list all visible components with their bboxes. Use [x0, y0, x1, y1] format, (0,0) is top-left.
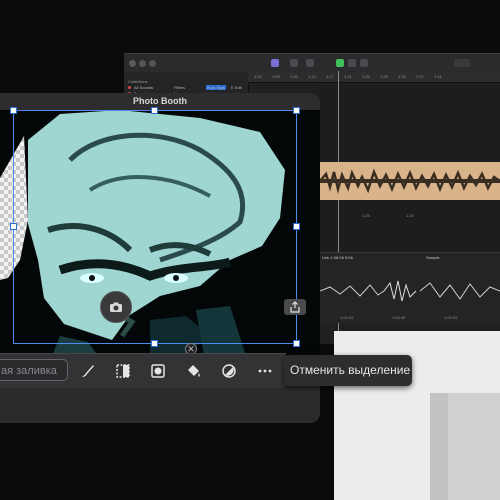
daw-view-toggle[interactable] [454, 59, 470, 67]
auto-tags-badge[interactable]: Auto Tags [206, 85, 226, 90]
lower-time-label: 1:00:00 [340, 315, 354, 320]
track-time-label: 1:29 [406, 213, 414, 218]
resize-handle-left[interactable] [10, 223, 17, 230]
daw-minimize-button[interactable] [139, 60, 146, 67]
lower-time-label: 1:09:00 [444, 315, 458, 320]
play-icon[interactable] [336, 59, 344, 67]
ruler-tick: 1:33 [398, 74, 406, 79]
edit-tags-button[interactable]: E Edit [231, 85, 242, 90]
ruler-tick: 1:25 [362, 74, 370, 79]
sidebar-item-filters[interactable]: Filters [174, 85, 185, 90]
lower-time-label: 1:04:30 [392, 315, 406, 320]
audio-waveform-region[interactable] [319, 162, 500, 200]
loop-icon[interactable] [360, 59, 368, 67]
ruler-tick: 1:09 [290, 74, 298, 79]
resize-handle-bottom-right[interactable] [293, 340, 300, 347]
ellipsis-icon[interactable] [256, 362, 274, 380]
paint-bucket-icon[interactable] [184, 362, 202, 380]
deselect-tooltip: Отменить выделение [284, 355, 412, 386]
take-photo-button[interactable] [100, 291, 132, 323]
lower-left-label: Link 1:08:06 5:06 [322, 255, 353, 260]
daw-lower-panel: Link 1:08:06 5:06 Sample 1:00:00 1:04:30… [320, 252, 500, 323]
ruler-tick: 1:41 [434, 74, 442, 79]
daw-close-button[interactable] [129, 60, 136, 67]
resize-handle-top-right[interactable] [293, 107, 300, 114]
share-button[interactable] [284, 299, 306, 315]
contrast-icon[interactable] [220, 362, 238, 380]
lower-right-label: Sample [426, 255, 440, 260]
music-note-stem [430, 393, 448, 500]
daw-tool-icon[interactable] [290, 59, 298, 67]
resize-handle-right[interactable] [293, 223, 300, 230]
ruler-tick: 1:21 [344, 74, 352, 79]
ruler-tick: 1:05 [272, 74, 280, 79]
waveform-graphic [319, 168, 500, 194]
track-time-label: 1:25 [362, 213, 370, 218]
resize-handle-bottom[interactable] [151, 340, 158, 347]
selection-bounding-box[interactable] [13, 110, 297, 344]
ruler-tick: 1:29 [380, 74, 388, 79]
ruler-tick: 1:13 [308, 74, 316, 79]
fill-prompt-field[interactable]: ая заливка [0, 359, 68, 381]
sample-waveform [320, 280, 500, 302]
window-title: Photo Booth [0, 93, 320, 111]
camera-icon [110, 302, 122, 312]
ruler-tick: 1:01 [254, 74, 262, 79]
sidebar-header: Collections [128, 79, 148, 84]
daw-tool-icon[interactable] [306, 59, 314, 67]
resize-handle-top-left[interactable] [10, 107, 17, 114]
ruler-tick: 1:17 [326, 74, 334, 79]
daw-library-icon[interactable] [271, 59, 279, 67]
resize-handle-top[interactable] [151, 107, 158, 114]
ruler-tick: 1:37 [416, 74, 424, 79]
daw-ruler: 1:01 1:05 1:09 1:13 1:17 1:21 1:25 1:29 … [248, 72, 500, 83]
mask-icon[interactable] [149, 362, 167, 380]
record-icon[interactable] [348, 59, 356, 67]
sidebar-item-all-sounds[interactable]: All Sounds [134, 85, 153, 90]
daw-zoom-button[interactable] [149, 60, 156, 67]
share-icon [290, 301, 300, 313]
invert-selection-icon[interactable] [114, 362, 132, 380]
daw-toolbar [124, 54, 500, 73]
brush-icon[interactable] [79, 362, 97, 380]
